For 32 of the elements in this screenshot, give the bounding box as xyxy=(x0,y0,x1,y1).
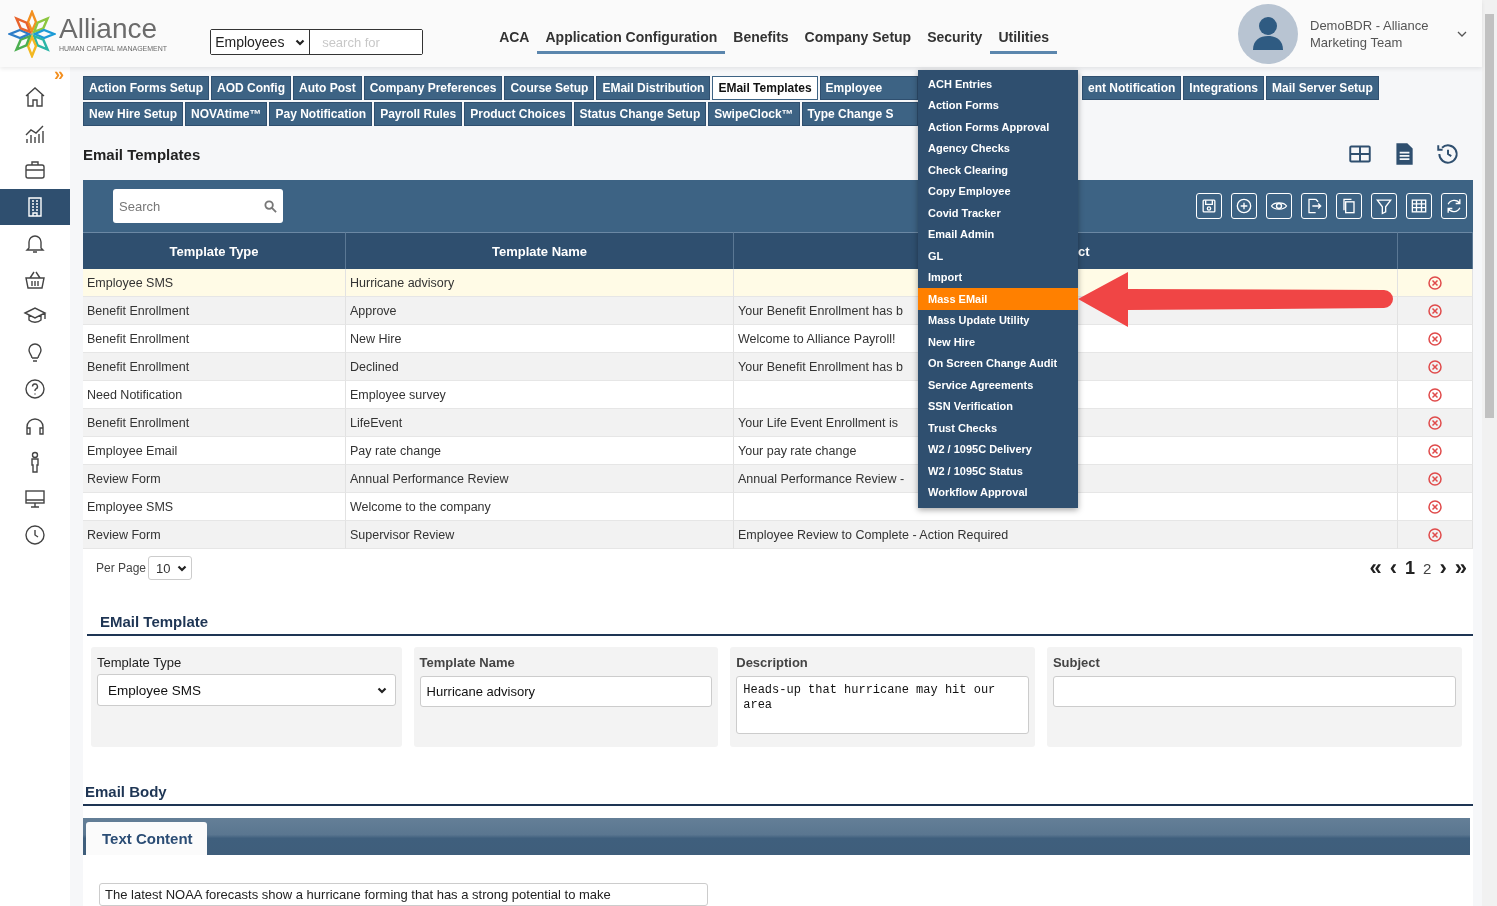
table-cell: Benefit Enrollment xyxy=(83,297,346,325)
table-cell: Hurricane advisory xyxy=(346,269,734,297)
table-cell: Employee SMS xyxy=(83,269,346,297)
user-name: DemoBDR - Alliance xyxy=(1310,16,1430,34)
per-page-label: Per Page xyxy=(96,561,147,575)
table-cell: Benefit Enrollment xyxy=(83,325,346,353)
table-cell: Need Notification xyxy=(83,381,346,409)
table-cell: Review Form xyxy=(83,465,346,493)
table-cell: New Hire xyxy=(346,325,734,353)
field-label: Subject xyxy=(1052,655,1101,670)
field-label: Template Type xyxy=(97,655,183,670)
page-title: Email Templates xyxy=(83,145,201,163)
table-cell: Benefit Enrollment xyxy=(83,409,346,437)
field-label: Template Name xyxy=(419,655,516,670)
logo-name: Alliance xyxy=(59,15,159,43)
table-cell: Declined xyxy=(346,353,734,381)
table-cell: Welcome to the company xyxy=(346,493,734,521)
table-cell: Benefit Enrollment xyxy=(83,353,346,381)
table-cell: Employee survey xyxy=(346,381,734,409)
table-cell: LifeEvent xyxy=(346,409,734,437)
user-team: Marketing Team xyxy=(1310,33,1404,51)
table-cell: Approve xyxy=(346,297,734,325)
table-cell: Pay rate change xyxy=(346,437,734,465)
table-cell: Employee Review to Complete - Action Required xyxy=(734,521,1398,549)
table-cell: Annual Performance Review xyxy=(346,465,734,493)
field-label: Description xyxy=(736,655,809,670)
section-title: EMail Template xyxy=(87,587,1473,636)
table-cell: Employee SMS xyxy=(83,493,346,521)
table-cell: Review Form xyxy=(83,521,346,549)
table-cell: Employee Email xyxy=(83,437,346,465)
section-title: Email Body xyxy=(83,783,1473,806)
table-cell: Supervisor Review xyxy=(346,521,734,549)
